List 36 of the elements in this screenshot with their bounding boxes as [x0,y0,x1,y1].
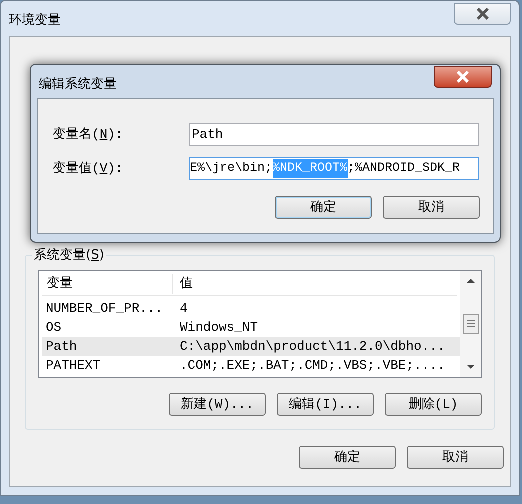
dialog-button[interactable]: 确定 [275,196,372,219]
dialog-button[interactable]: 确定 [299,446,396,469]
variable-value: 4 [179,300,188,318]
variable-value: Windows_NT [179,318,258,337]
close-button[interactable] [454,3,511,25]
variable-name: Path [45,338,78,356]
list-row[interactable]: PATHEXT .COM;.EXE;.BAT;.CMD;.VBS;.VBE;.... [42,356,460,375]
dialog-button[interactable]: 取消 [383,196,480,219]
close-icon [476,8,490,20]
field-label: 变量值(V): [53,160,124,178]
scroll-up-icon [466,279,474,283]
column-header[interactable]: 值 [173,274,193,294]
variable-name: NUMBER_OF_PR... [45,300,164,318]
list-row[interactable]: Path C:\app\mbdn\product\11.2.0\dbho... [42,337,460,356]
window-title: 环境变量 [9,12,61,30]
list-action-button[interactable]: 删除(L) [385,393,482,416]
scrollbar[interactable] [460,271,481,377]
name-field[interactable]: Path [189,123,479,146]
column-header[interactable]: 变量 [42,274,173,294]
selected-text: %NDK_ROOT% [272,159,348,178]
scroll-down-icon [466,365,474,369]
dialog-button[interactable]: 取消 [407,446,504,469]
list-row[interactable]: NUMBER_OF_PR... 4 [42,299,460,318]
variable-name: PATHEXT [45,356,102,375]
close-button[interactable] [434,66,492,88]
close-icon [456,71,470,83]
list-action-button[interactable]: 编辑(I)... [277,393,374,416]
list-action-button[interactable]: 新建(W)... [169,393,266,416]
variable-value: C:\app\mbdn\product\11.2.0\dbho... [179,338,446,356]
variable-value: .COM;.EXE;.BAT;.CMD;.VBS;.VBE;.... [179,356,446,375]
scroll-thumb [462,314,478,334]
variable-name: OS [45,318,63,337]
dialog-title: 编辑系统变量 [39,76,117,94]
value-field[interactable]: E%\jre\bin;%NDK_ROOT%;%ANDROID_SDK_R [189,157,479,180]
list-row[interactable]: OS Windows_NT [42,318,460,337]
field-label: 变量名(N): [53,126,124,144]
